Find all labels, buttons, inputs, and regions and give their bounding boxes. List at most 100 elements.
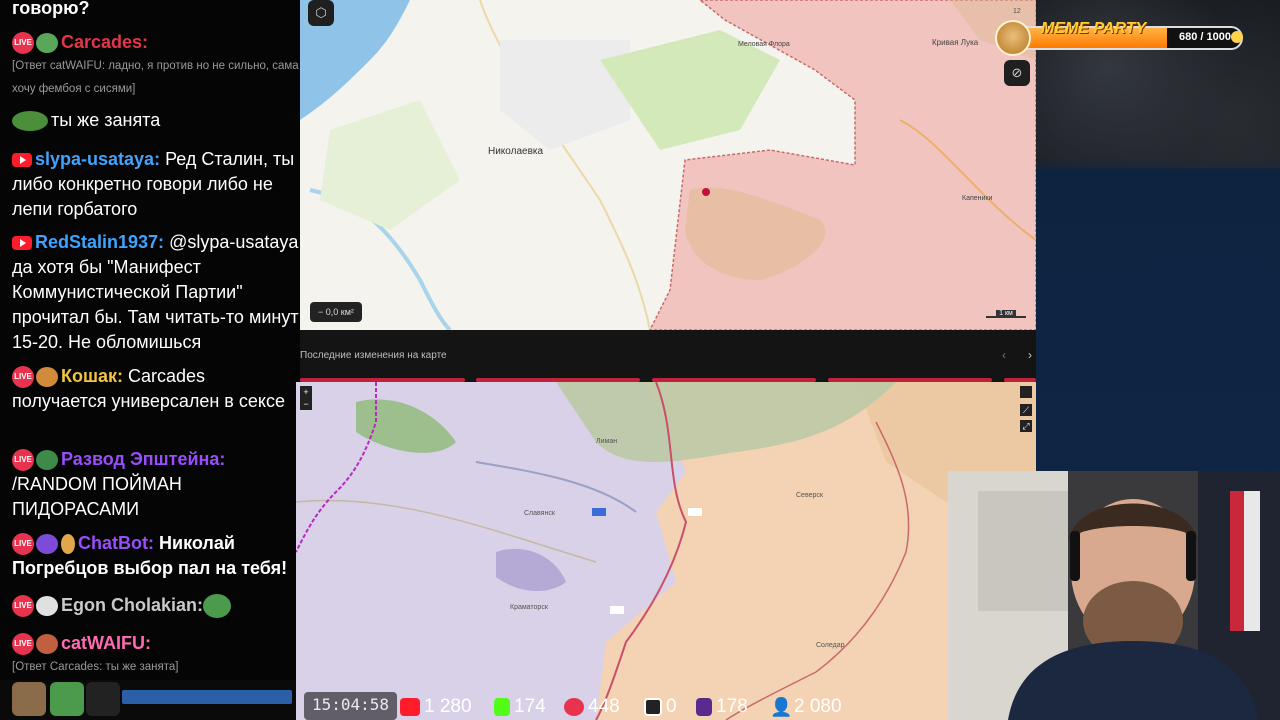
stream-layout: говорю? LIVE Carcades: [Ответ catWAIFU: л… — [0, 0, 1280, 720]
top-map[interactable]: Николаевка Меловая Флора Кривая Лука Кап… — [300, 0, 1036, 330]
chat-message: RedStalin1937: @slypa-usataya да хотя бы… — [12, 230, 300, 355]
kick-count: 174 — [514, 696, 546, 717]
prev-arrow-icon[interactable]: ‹ — [1002, 348, 1006, 362]
kick-stat: 174 — [494, 695, 546, 719]
zoom-in-button[interactable]: + — [300, 386, 312, 398]
chat-message: ты же занята — [12, 108, 300, 133]
rutube-count: 0 — [666, 696, 677, 717]
twitch-stat: 178 — [696, 695, 748, 719]
total-viewers-stat: 👤 2 080 — [770, 695, 842, 719]
rutube-stat: 0 — [644, 695, 677, 719]
live-badge-icon: LIVE — [12, 449, 34, 472]
pepe-emote-icon — [50, 682, 84, 716]
meme-party-title: MEME PARTY — [1041, 20, 1147, 37]
map-scale: 1 км — [986, 310, 1026, 318]
map-label: Соледар — [816, 642, 845, 649]
map-label: Славянск — [524, 510, 555, 517]
map-label: Северск — [796, 492, 823, 499]
kick-icon — [494, 698, 510, 716]
pepe-emote-icon — [12, 111, 48, 132]
total-viewers-count: 2 080 — [794, 696, 842, 717]
rutube-icon — [644, 698, 662, 716]
vklive-icon — [564, 698, 584, 716]
chat-message: LIVE ChatBot: Николай Погребцов выбор пал… — [12, 531, 300, 581]
pepe-emote-icon — [203, 594, 232, 619]
avatar-icon — [36, 634, 58, 655]
meme-party-value: 680 / 1000 — [1179, 31, 1231, 43]
area-value: 0,0 км² — [325, 307, 354, 317]
chat-message: LIVE Развод Эпштейна: /RANDOM ПОЙМАН ПИДО… — [12, 447, 300, 522]
cat-emote-icon — [12, 682, 46, 716]
chat-username: Развод Эпштейна: — [61, 449, 226, 469]
map-label: Капеники — [962, 195, 993, 202]
emote-icon — [61, 534, 75, 555]
emote-icon — [36, 367, 58, 388]
recent-changes-bar: Последние изменения на карте ‹ › — [300, 330, 1036, 382]
live-count: 448 — [588, 696, 620, 717]
chat-username: Egon Cholakian: — [61, 595, 204, 615]
chat-message: slypa-usataya: Ред Сталин, ты либо конкр… — [12, 147, 300, 222]
viewers-icon: 👤 — [770, 697, 793, 717]
zoom-badge: 12 — [1013, 8, 1021, 15]
map-label-city: Николаевка — [488, 146, 544, 157]
live-badge-icon: LIVE — [12, 633, 34, 656]
bottom-map[interactable]: Славянск Краматорск Северск Лиман Соледа… — [296, 382, 1036, 720]
emote-banner — [122, 690, 292, 704]
emote-icon — [36, 450, 58, 471]
chat-message: LIVE Кошак: Carcades получается универсал… — [12, 364, 300, 414]
chat-text: говорю? — [12, 0, 90, 18]
zoom-out-button[interactable]: − — [300, 398, 312, 410]
stream-clock: 15:04:58 — [304, 692, 398, 720]
webcam-feed — [948, 471, 1280, 720]
map-label: Кривая Лука — [932, 38, 979, 47]
coin-icon — [1231, 31, 1243, 43]
bot-icon — [36, 534, 58, 555]
area-measure-pill[interactable]: − 0,0 км² — [310, 302, 362, 322]
live-badge-icon: LIVE — [12, 32, 34, 55]
doge-icon — [995, 20, 1031, 56]
youtube-icon — [12, 236, 32, 251]
chat-message: LIVE Egon Cholakian: — [12, 593, 300, 619]
youtube-icon — [400, 698, 420, 716]
chat-username: Carcades: — [61, 32, 149, 52]
scale-label: 1 км — [996, 310, 1016, 317]
youtube-icon — [12, 153, 32, 168]
chat-panel: говорю? LIVE Carcades: [Ответ catWAIFU: л… — [0, 0, 300, 720]
youtube-count: 1 280 — [424, 696, 472, 717]
emote-icon — [36, 596, 58, 617]
chat-reply-quote: [Ответ Carcades: ты же занята] — [12, 661, 179, 673]
youtube-stat: 1 280 — [400, 695, 472, 719]
viewer-stats-bar: 15:04:58 1 280 174 448 0 178 👤 2 080 — [300, 690, 900, 720]
chat-username: Кошак: — [61, 366, 123, 386]
live-badge-icon: LIVE — [12, 533, 34, 556]
map-label: Лиман — [596, 438, 618, 445]
next-arrow-icon[interactable]: › — [1028, 348, 1032, 362]
meme-party-widget: MEME PARTY 680 / 1000 — [995, 20, 1247, 56]
map-label: Меловая Флора — [738, 41, 790, 48]
chat-username: RedStalin1937: — [35, 232, 165, 252]
emote-icon — [36, 33, 58, 54]
mask-emote-icon — [86, 682, 120, 716]
chat-message: LIVE Carcades: [Ответ catWAIFU: ладно, я … — [12, 30, 300, 101]
chat-reply-quote: [Ответ catWAIFU: ладно, я против но не с… — [12, 60, 299, 95]
chat-message: LIVE catWAIFU: [Ответ Carcades: ты же зан… — [12, 631, 300, 679]
live-badge-icon: LIVE — [12, 366, 34, 389]
live-stat: 448 — [564, 695, 620, 719]
live-badge-icon: LIVE — [12, 595, 34, 618]
chat-username: catWAIFU: — [61, 633, 151, 653]
recent-changes-title: Последние изменения на карте — [300, 350, 447, 361]
compass-button[interactable]: ⊘ — [1004, 60, 1030, 86]
map-label: Краматорск — [510, 604, 548, 611]
twitch-count: 178 — [716, 696, 748, 717]
chat-username: slypa-usataya: — [35, 149, 161, 169]
chat-text: /RANDOM ПОЙМАН ПИДОРАСАМИ — [12, 474, 182, 519]
chat-message-partial: говорю? — [12, 0, 300, 21]
chat-username: ChatBot: — [78, 533, 154, 553]
layers-button[interactable]: ⬡ — [308, 0, 334, 26]
twitch-icon — [696, 698, 712, 716]
emote-strip — [0, 680, 300, 720]
layer-square-button[interactable] — [1020, 386, 1032, 398]
ruler-icon[interactable]: ⟋ — [1020, 404, 1032, 416]
chat-text: ты же занята — [51, 110, 161, 130]
fullscreen-icon[interactable]: ⤢ — [1020, 420, 1032, 432]
